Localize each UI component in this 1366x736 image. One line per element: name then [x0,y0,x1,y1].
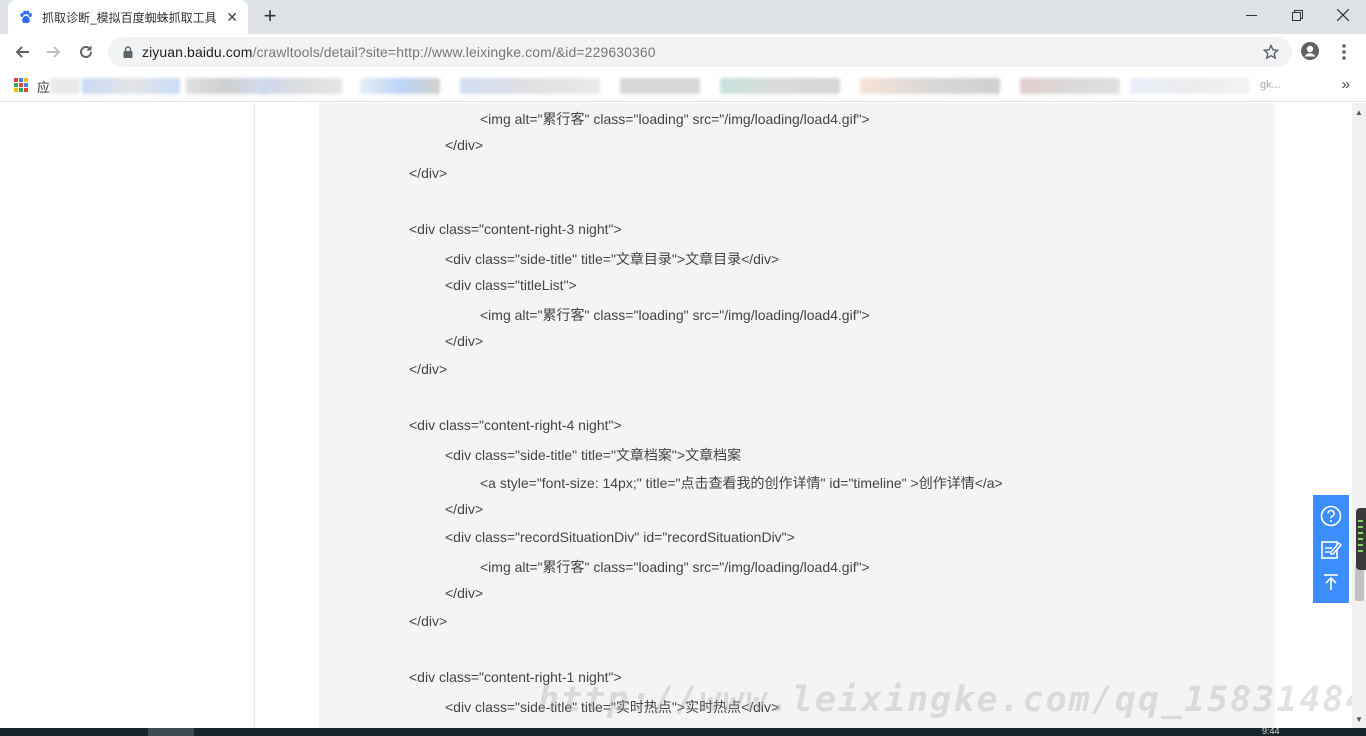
help-icon[interactable] [1318,503,1344,529]
code-line: </div> [409,165,448,181]
taskbar-clock: 9:44 [1262,726,1280,736]
code-line: <div class="content-right-4 night"> [409,417,622,433]
back-arrow-icon [15,46,29,58]
apps-label[interactable]: 应 [37,77,50,96]
bookmarks-bar: 应 gk... » [0,70,1366,102]
bookmark-star-icon[interactable] [1262,43,1280,61]
bookmark-item-redacted[interactable] [186,78,266,94]
back-button[interactable] [8,38,36,66]
browser-menu-icon[interactable] [1334,40,1354,64]
forward-button[interactable] [40,38,68,66]
scroll-up-arrow-icon[interactable]: ▲ [1352,105,1366,119]
bookmark-item-redacted[interactable] [360,78,440,94]
watermark-text: http://www.leixingke.com/qq_158314846123… [538,680,1366,720]
bookmark-item-redacted[interactable] [262,78,342,94]
code-line: <div class="recordSituationDiv" id="reco… [445,529,795,545]
reload-button[interactable] [72,38,100,66]
code-line: <img alt="累行客" class="loading" src="/img… [480,111,870,127]
tab-close-icon[interactable]: ✕ [226,9,238,26]
browser-tab-strip: 抓取诊断_模拟百度蜘蛛抓取工具 ✕ + [0,0,1366,34]
feedback-edit-icon[interactable] [1318,536,1344,562]
bookmark-item-redacted[interactable] [720,78,840,94]
bookmark-item-redacted[interactable] [1020,78,1120,94]
address-bar[interactable]: ziyuan.baidu.com/crawltools/detail?site=… [108,37,1292,67]
apps-grid-icon[interactable] [14,78,28,92]
code-line: <div class="side-title" title="文章目录">文章目… [445,251,780,267]
code-line: <div class="side-title" title="文章档案">文章档… [445,447,742,463]
code-line: </div> [409,613,448,629]
crawl-result-code-panel: <img alt="累行客" class="loading" src="/img… [319,103,1275,728]
sidebar-divider [254,103,255,728]
code-line: </div> [445,501,484,517]
code-line: </div> [409,361,448,377]
bookmark-item-redacted[interactable] [860,78,1000,94]
url-host: ziyuan.baidu.com [142,44,253,60]
code-line: </div> [445,333,484,349]
bookmark-item-redacted[interactable] [460,78,600,94]
scrollbar-thumb[interactable] [1355,565,1364,601]
baidu-paw-icon [18,9,34,25]
code-line: <a style="font-size: 14px;" title="点击查看我… [480,475,1003,491]
profile-avatar-icon[interactable] [1300,41,1322,63]
floating-toolbar [1313,495,1349,603]
restore-button[interactable] [1274,0,1320,30]
bookmark-item-redacted[interactable] [82,78,180,94]
scroll-down-arrow-icon[interactable]: ▼ [1352,712,1366,726]
code-line: </div> [445,137,484,153]
bookmark-item-redacted[interactable] [620,78,700,94]
side-monitor-widget[interactable] [1356,508,1366,570]
bookmark-trailing-text[interactable]: gk... [1260,79,1281,91]
bookmarks-more-icon[interactable]: » [1342,76,1350,93]
close-window-button[interactable] [1320,0,1366,30]
page-content: <img alt="累行客" class="loading" src="/img… [0,103,1352,728]
new-tab-button[interactable]: + [258,5,282,29]
active-tab[interactable]: 抓取诊断_模拟百度蜘蛛抓取工具 ✕ [8,0,248,34]
code-line: <img alt="累行客" class="loading" src="/img… [480,559,870,575]
url-text[interactable]: ziyuan.baidu.com/crawltools/detail?site=… [142,44,656,60]
reload-icon [80,45,92,58]
os-taskbar: 9:44 [0,726,1366,736]
browser-toolbar: ziyuan.baidu.com/crawltools/detail?site=… [0,34,1366,70]
forward-arrow-icon [47,46,61,58]
code-line: <div class="titleList"> [445,277,577,293]
url-path: /crawltools/detail?site=http://www.leixi… [252,44,656,60]
lock-icon[interactable] [120,44,136,60]
code-line: </div> [445,585,484,601]
tab-title: 抓取诊断_模拟百度蜘蛛抓取工具 [42,10,217,25]
minimize-button[interactable] [1228,0,1274,30]
code-line: <img alt="累行客" class="loading" src="/img… [480,307,870,323]
code-line: <div class="content-right-3 night"> [409,221,622,237]
vertical-scrollbar[interactable]: ▲ ▼ [1352,103,1366,728]
bookmark-item-redacted[interactable] [1130,78,1250,94]
taskbar-active-app[interactable] [148,728,194,736]
back-to-top-icon[interactable] [1318,569,1344,595]
bookmark-item-redacted[interactable] [50,78,80,94]
